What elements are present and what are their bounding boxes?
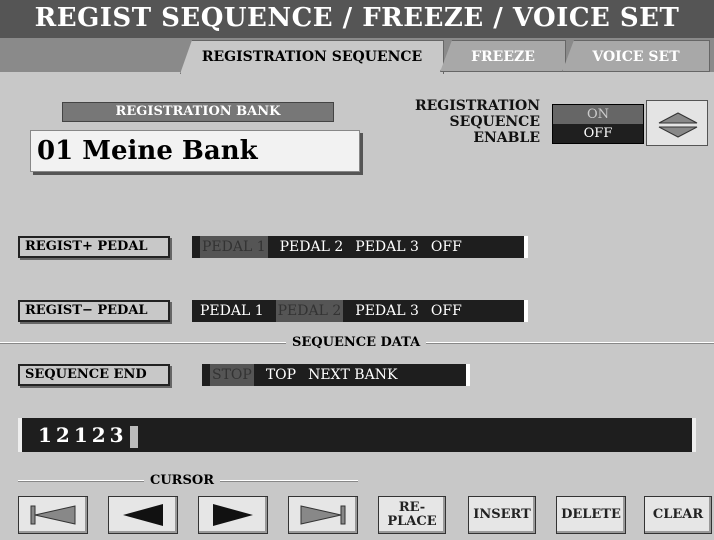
regist-minus-pedal-label: REGIST− PEDAL [18,300,170,322]
registration-bank-label: REGISTRATION BANK [62,102,334,122]
registration-bank-name[interactable]: 01 Meine Bank [30,130,360,172]
replace-label-line1: RE- [398,500,426,515]
regist-plus-option-pedal3[interactable]: PEDAL 3 [355,236,419,258]
regist-plus-option-pedal1[interactable]: PEDAL 1 [200,236,268,258]
regist-minus-option-off[interactable]: OFF [431,300,462,322]
tab-freeze[interactable]: FREEZE [440,40,566,72]
tab-voice-set[interactable]: VOICE SET [562,40,710,72]
sequence-data-display[interactable]: 12123 [18,418,696,452]
cursor-last-button[interactable] [288,496,358,534]
insert-button[interactable]: INSERT [468,496,536,534]
sequence-end-label: SEQUENCE END [18,364,170,386]
regist-plus-pedal-label: REGIST+ PEDAL [18,236,170,258]
regist-minus-option-pedal3[interactable]: PEDAL 3 [355,300,419,322]
sequence-data-title: SEQUENCE DATA [286,335,427,351]
arrow-right-icon [213,504,253,526]
text-cursor [129,425,138,448]
sequence-enable-label: REGISTRATION SEQUENCE ENABLE [414,98,540,146]
cursor-label: CURSOR [144,473,221,489]
replace-button[interactable]: RE- PLACE [378,496,446,534]
skip-to-start-icon [30,505,76,525]
sequence-data-value: 12123 [38,423,128,447]
clear-button[interactable]: CLEAR [644,496,712,534]
up-down-button[interactable] [646,100,708,146]
sequence-end-option-next-bank[interactable]: NEXT BANK [308,364,397,386]
regist-plus-pedal-selector[interactable]: PEDAL 1 PEDAL 2 PEDAL 3 OFF [192,236,528,258]
regist-plus-option-pedal2[interactable]: PEDAL 2 [280,236,344,258]
up-down-arrows-icon [658,112,698,138]
regist-minus-option-pedal2[interactable]: PEDAL 2 [275,300,344,322]
delete-button[interactable]: DELETE [556,496,626,534]
sequence-enable-toggle[interactable]: ON OFF [552,104,644,144]
sequence-end-option-stop[interactable]: STOP [210,364,254,386]
sequence-end-selector[interactable]: STOP TOP NEXT BANK [202,364,470,386]
regist-plus-option-off[interactable]: OFF [431,236,462,258]
cursor-first-button[interactable] [18,496,88,534]
cursor-right-button[interactable] [198,496,268,534]
skip-to-end-icon [300,505,346,525]
page-title: REGIST SEQUENCE / FREEZE / VOICE SET [0,0,714,38]
sequence-end-option-top[interactable]: TOP [266,364,296,386]
enable-on-option[interactable]: ON [553,105,643,124]
enable-off-option[interactable]: OFF [553,124,643,143]
regist-minus-option-pedal1[interactable]: PEDAL 1 [200,300,264,322]
regist-minus-pedal-selector[interactable]: PEDAL 1 PEDAL 2 PEDAL 3 OFF [192,300,528,322]
cursor-left-button[interactable] [108,496,178,534]
tab-registration-sequence[interactable]: REGISTRATION SEQUENCE [180,40,444,74]
replace-label-line2: PLACE [387,514,437,529]
arrow-left-icon [123,504,163,526]
